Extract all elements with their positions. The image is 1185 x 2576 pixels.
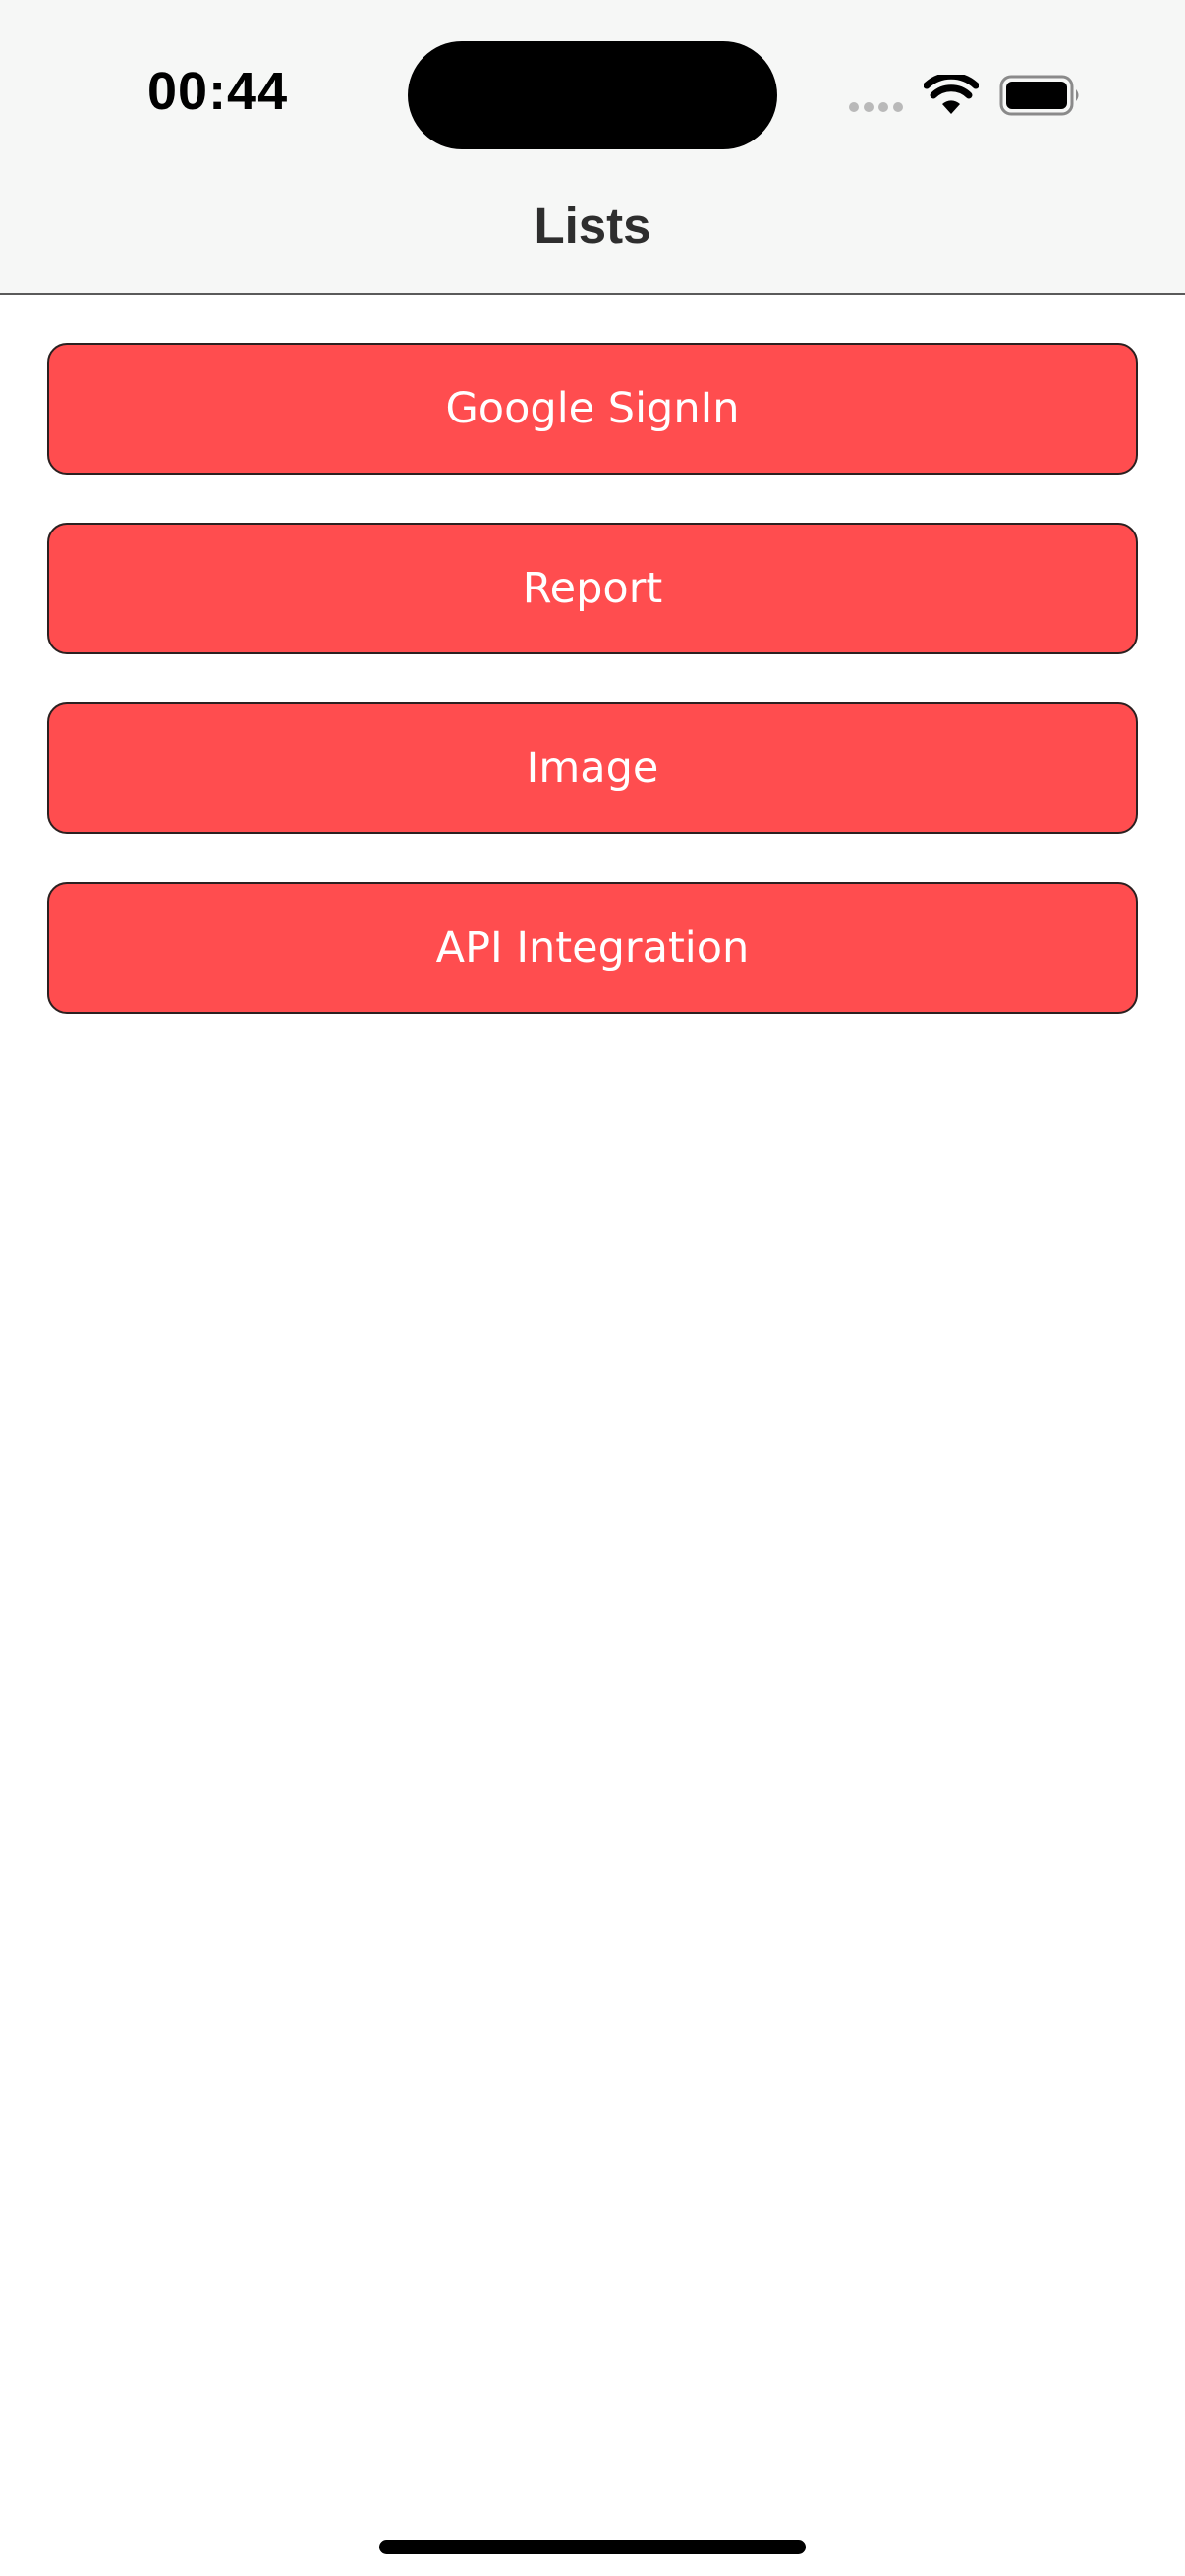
status-time: 00:44 <box>147 62 289 121</box>
signal-dots-icon <box>849 102 903 112</box>
image-button[interactable]: Image <box>47 702 1138 834</box>
battery-icon <box>999 75 1079 116</box>
api-integration-button[interactable]: API Integration <box>47 882 1138 1014</box>
page-title: Lists <box>534 197 651 253</box>
header: 00:44 Lists <box>0 0 1185 295</box>
home-indicator[interactable] <box>379 2540 806 2554</box>
report-button[interactable]: Report <box>47 523 1138 654</box>
dynamic-island <box>408 41 777 149</box>
wifi-icon <box>924 75 979 114</box>
google-signin-button[interactable]: Google SignIn <box>47 343 1138 475</box>
button-list: Google SignIn Report Image API Integrati… <box>47 343 1138 1062</box>
